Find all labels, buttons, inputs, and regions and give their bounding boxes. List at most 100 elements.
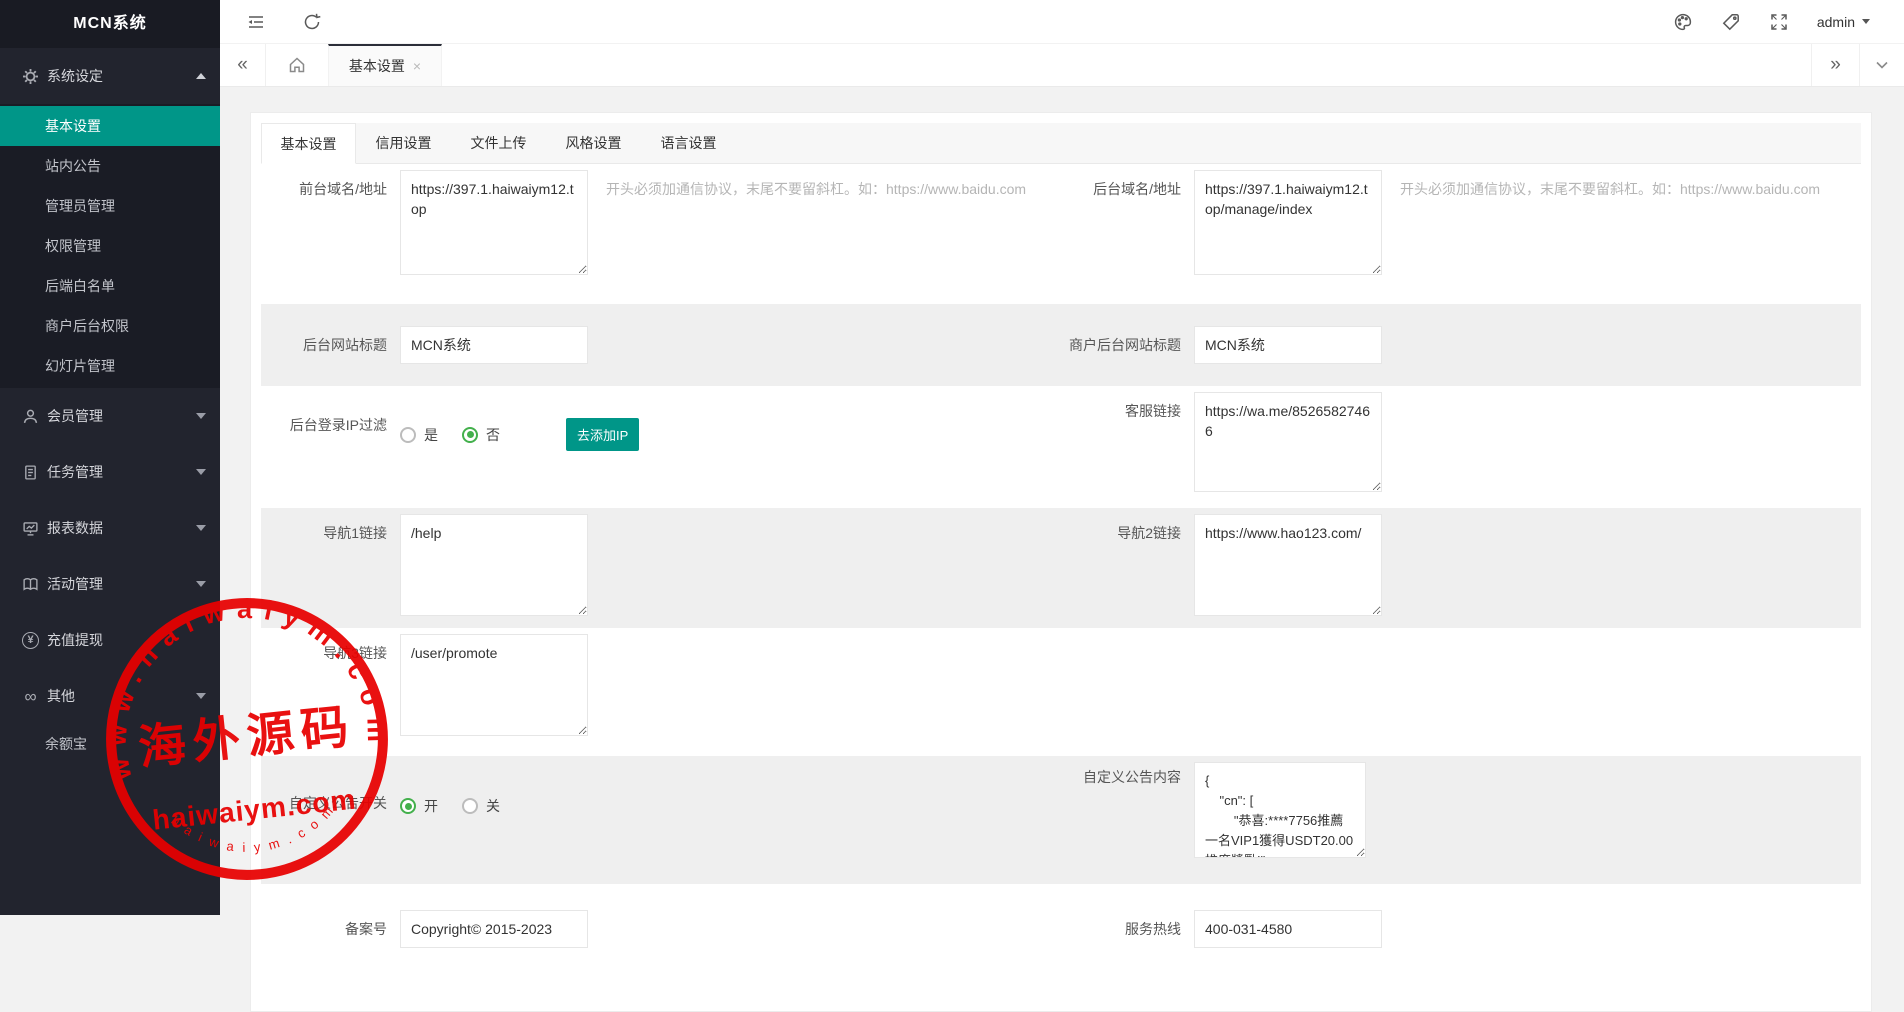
row-notice: 自定义公告开关 开 关 自定义公告内容 [261, 756, 1861, 884]
tabbar-spacer [442, 44, 1811, 86]
front-domain-hint: 开头必须加通信协议，末尾不要留斜杠。如：https://www.baidu.co… [606, 170, 1026, 199]
sidebar-item-label: 任务管理 [47, 462, 196, 482]
nav3-label: 导航3链接 [261, 628, 387, 756]
sidebar-item-label: 充值提现 [47, 630, 206, 650]
notice-content-label: 自定义公告内容 [1061, 756, 1181, 884]
sidebar-item-report-data[interactable]: 报表数据 [0, 500, 220, 556]
tab-style-settings[interactable]: 风格设置 [546, 123, 641, 163]
ip-filter-no-radio[interactable] [462, 427, 478, 443]
user-menu[interactable]: admin [1817, 14, 1870, 30]
chevron-up-icon [196, 73, 206, 79]
sidebar-item-basic-settings[interactable]: 基本设置 [0, 106, 220, 146]
presentation-chart-icon [22, 520, 39, 537]
ip-filter-no-label: 否 [486, 425, 500, 445]
tabs-menu-button[interactable] [1859, 44, 1904, 86]
content-area: 基本设置 信用设置 文件上传 风格设置 语言设置 前台域名/地址 https:/… [220, 88, 1904, 915]
tab-label: 基本设置 [349, 56, 405, 76]
app-logo-title: MCN系统 [0, 0, 220, 48]
sidebar-item-permission-management[interactable]: 权限管理 [0, 226, 220, 266]
ip-filter-label: 后台登录IP过滤 [261, 386, 387, 508]
merchant-title-input[interactable] [1194, 326, 1382, 364]
theme-palette-icon[interactable] [1673, 12, 1693, 32]
sidebar-item-site-notice[interactable]: 站内公告 [0, 146, 220, 186]
nav2-label: 导航2链接 [1061, 508, 1181, 628]
tab-file-upload[interactable]: 文件上传 [451, 123, 546, 163]
sidebar-item-admin-management[interactable]: 管理员管理 [0, 186, 220, 226]
sidebar-item-task-management[interactable]: 任务管理 [0, 444, 220, 500]
front-domain-textarea[interactable]: https://397.1.haiwaiym12.top [400, 170, 588, 275]
tabs-scroll-right-button[interactable]: » [1811, 44, 1859, 86]
ip-filter-yes-radio[interactable] [400, 427, 416, 443]
row-site-titles: 后台网站标题 商户后台网站标题 [261, 304, 1861, 386]
nav3-textarea[interactable]: /user/promote [400, 634, 588, 736]
admin-title-input[interactable] [400, 326, 588, 364]
chevron-down-icon [196, 413, 206, 419]
sidebar-submenu-system: 基本设置 站内公告 管理员管理 权限管理 后端白名单 商户后台权限 幻灯片管理 [0, 104, 220, 388]
row-domains: 前台域名/地址 https://397.1.haiwaiym12.top 开头必… [261, 164, 1861, 304]
notice-off-label: 关 [486, 796, 500, 816]
notice-on-label: 开 [424, 796, 438, 816]
tab-credit-settings[interactable]: 信用设置 [356, 123, 451, 163]
close-icon[interactable]: × [413, 59, 421, 73]
notice-on-radio[interactable] [400, 798, 416, 814]
merchant-title-label: 商户后台网站标题 [1061, 334, 1181, 356]
sidebar-item-yuebao[interactable]: 余额宝 [0, 724, 220, 764]
sidebar-item-member-management[interactable]: 会员管理 [0, 388, 220, 444]
username: admin [1817, 14, 1855, 30]
fullscreen-icon[interactable] [1769, 12, 1789, 32]
notice-content-textarea[interactable]: { "cn": [ "恭喜:****7756推薦一名VIP1獲得USDT20.0… [1194, 762, 1366, 858]
settings-tabs: 基本设置 信用设置 文件上传 风格设置 语言设置 [261, 123, 1861, 164]
sidebar-item-slideshow-management[interactable]: 幻灯片管理 [0, 346, 220, 386]
tabs-scroll-left-button[interactable]: « [220, 44, 266, 86]
nav2-textarea[interactable]: https://www.hao123.com/ [1194, 514, 1382, 616]
nav1-textarea[interactable]: /help [400, 514, 588, 616]
icp-label: 备案号 [261, 918, 387, 940]
nav1-label: 导航1链接 [261, 508, 387, 628]
chevron-down-icon [196, 581, 206, 587]
infinity-link-icon: ∞ [22, 688, 39, 705]
tab-language-settings[interactable]: 语言设置 [641, 123, 736, 163]
topbar: admin [220, 0, 1904, 44]
document-icon [22, 464, 39, 481]
sidebar-item-label: 系统设定 [47, 66, 196, 86]
tag-icon[interactable] [1721, 12, 1741, 32]
sidebar-item-recharge-withdraw[interactable]: ¥ 充值提现 [0, 612, 220, 668]
back-domain-textarea[interactable]: https://397.1.haiwaiym12.top/manage/inde… [1194, 170, 1382, 275]
sidebar-item-backend-whitelist[interactable]: 后端白名单 [0, 266, 220, 306]
user-icon [22, 408, 39, 425]
sidebar-item-label: 其他 [47, 686, 196, 706]
notice-switch-label: 自定义公告开关 [261, 756, 387, 884]
sidebar-item-other[interactable]: ∞ 其他 [0, 668, 220, 724]
sidebar-item-activity-management[interactable]: 活动管理 [0, 556, 220, 612]
sidebar-item-merchant-backend-permission[interactable]: 商户后台权限 [0, 306, 220, 346]
sidebar-item-label: 报表数据 [47, 518, 196, 538]
sidebar-item-label: 会员管理 [47, 406, 196, 426]
row-nav12: 导航1链接 /help 导航2链接 https://www.hao123.com… [261, 508, 1861, 628]
open-tab-basic-settings[interactable]: 基本设置 × [328, 44, 442, 86]
row-nav3: 导航3链接 /user/promote [261, 628, 1861, 756]
home-icon [287, 55, 307, 75]
main-area: admin « 基本设置 × » 基本设置 信用设置 [220, 0, 1904, 915]
tab-basic-settings[interactable]: 基本设置 [261, 123, 356, 164]
service-link-label: 客服链接 [1061, 386, 1181, 508]
home-tab[interactable] [266, 44, 328, 86]
settings-card: 基本设置 信用设置 文件上传 风格设置 语言设置 前台域名/地址 https:/… [250, 112, 1872, 1012]
refresh-icon[interactable] [302, 12, 322, 32]
hotline-label: 服务热线 [1061, 918, 1181, 940]
chevron-down-icon [196, 469, 206, 475]
sidebar-item-system-settings[interactable]: 系统设定 [0, 48, 220, 104]
hotline-input[interactable] [1194, 910, 1382, 948]
chevron-down-icon [196, 525, 206, 531]
settings-form: 前台域名/地址 https://397.1.haiwaiym12.top 开头必… [251, 164, 1871, 974]
chevron-down-icon [1874, 57, 1890, 73]
admin-title-label: 后台网站标题 [261, 334, 387, 356]
icp-input[interactable] [400, 910, 588, 948]
menu-collapse-icon[interactable] [246, 12, 266, 32]
add-ip-button[interactable]: 去添加IP [566, 418, 639, 451]
notice-off-radio[interactable] [462, 798, 478, 814]
row-icp-hotline: 备案号 服务热线 [261, 884, 1861, 974]
gear-icon [22, 68, 39, 85]
sidebar-item-label: 活动管理 [47, 574, 196, 594]
chevron-down-icon [1862, 19, 1870, 24]
service-link-textarea[interactable]: https://wa.me/85265827466 [1194, 392, 1382, 492]
